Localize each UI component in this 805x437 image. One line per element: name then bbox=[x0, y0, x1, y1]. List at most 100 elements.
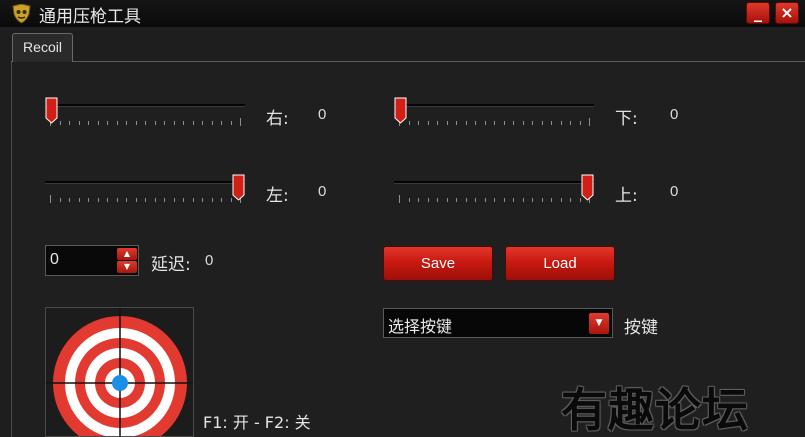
down-slider[interactable] bbox=[394, 97, 594, 133]
slider-tick bbox=[69, 121, 70, 125]
delay-input-value[interactable]: 0 bbox=[50, 251, 59, 269]
slider-ticks bbox=[399, 195, 591, 204]
slider-tick bbox=[551, 121, 552, 125]
slider-tick bbox=[446, 198, 448, 202]
slider-tick bbox=[107, 121, 108, 125]
slider-tick bbox=[126, 198, 127, 202]
key-select-value: 选择按键 bbox=[388, 317, 453, 336]
spin-down-arrow-icon[interactable]: ▼ bbox=[117, 261, 137, 273]
slider-tick bbox=[78, 198, 80, 202]
slider-tick bbox=[456, 198, 457, 202]
up-slider[interactable] bbox=[394, 174, 594, 210]
slider-tick bbox=[97, 121, 99, 125]
slider-tick bbox=[522, 198, 524, 202]
slider-tick bbox=[427, 198, 429, 202]
delay-spinbox[interactable]: 0 ▲ ▼ bbox=[45, 245, 139, 276]
slider-tick bbox=[484, 198, 486, 202]
up-label: 上: bbox=[615, 186, 638, 206]
slider-thumb[interactable] bbox=[45, 97, 58, 124]
down-label: 下: bbox=[615, 109, 638, 129]
delay-label: 延迟: bbox=[151, 255, 191, 275]
slider-tick bbox=[399, 195, 400, 203]
slider-tick bbox=[69, 198, 70, 202]
slider-tick bbox=[192, 121, 194, 125]
target-preview bbox=[45, 307, 194, 437]
slider-tick bbox=[107, 198, 108, 202]
slider-tick bbox=[513, 198, 514, 202]
slider-tick bbox=[202, 121, 203, 125]
slider-tick bbox=[475, 121, 476, 125]
slider-tick bbox=[437, 121, 438, 125]
load-button[interactable]: Load bbox=[505, 246, 615, 281]
window-title: 通用压枪工具 bbox=[39, 7, 141, 27]
slider-tick bbox=[221, 198, 222, 202]
left-label: 左: bbox=[266, 186, 289, 206]
slider-tick bbox=[192, 198, 194, 202]
key-select-dropdown[interactable]: 选择按键 ▼ bbox=[383, 308, 613, 338]
slider-tick bbox=[503, 198, 505, 202]
spin-up-arrow-icon[interactable]: ▲ bbox=[117, 248, 137, 260]
slider-ticks bbox=[50, 118, 242, 127]
slider-tick bbox=[513, 121, 514, 125]
slider-tick bbox=[522, 121, 524, 125]
slider-track bbox=[45, 181, 245, 184]
save-button[interactable]: Save bbox=[383, 246, 493, 281]
delay-value: 0 bbox=[205, 252, 214, 269]
right-slider[interactable] bbox=[45, 97, 245, 133]
down-value: 0 bbox=[670, 106, 679, 123]
slider-track bbox=[394, 181, 594, 184]
slider-tick bbox=[551, 198, 552, 202]
slider-tick bbox=[154, 198, 156, 202]
slider-tick bbox=[408, 121, 410, 125]
right-label: 右: bbox=[266, 109, 289, 129]
slider-tick bbox=[145, 198, 146, 202]
slider-tick bbox=[59, 198, 61, 202]
slider-tick bbox=[154, 121, 156, 125]
slider-tick bbox=[418, 198, 419, 202]
hotkey-hint: F1: 开 - F2: 关 bbox=[203, 413, 311, 432]
slider-tick bbox=[135, 198, 137, 202]
slider-tick bbox=[240, 118, 241, 126]
title-bar: 通用压枪工具 _ × bbox=[0, 0, 805, 27]
close-button[interactable]: × bbox=[775, 2, 799, 24]
slider-tick bbox=[570, 198, 571, 202]
slider-tick bbox=[456, 121, 457, 125]
left-slider[interactable] bbox=[45, 174, 245, 210]
slider-tick bbox=[465, 198, 467, 202]
slider-thumb[interactable] bbox=[232, 174, 245, 201]
slider-tick bbox=[589, 118, 590, 126]
slider-tick bbox=[230, 121, 232, 125]
slider-tick bbox=[50, 195, 51, 203]
up-value: 0 bbox=[670, 183, 679, 200]
crosshair-dot bbox=[112, 375, 128, 391]
slider-tick bbox=[183, 121, 184, 125]
slider-tick bbox=[560, 198, 562, 202]
tab-recoil[interactable]: Recoil bbox=[12, 33, 73, 62]
slider-tick bbox=[135, 121, 137, 125]
slider-tick bbox=[221, 121, 222, 125]
slider-tick bbox=[202, 198, 203, 202]
slider-tick bbox=[437, 198, 438, 202]
slider-tick bbox=[173, 121, 175, 125]
chevron-down-icon[interactable]: ▼ bbox=[589, 313, 609, 334]
slider-tick bbox=[164, 198, 165, 202]
slider-tick bbox=[88, 198, 89, 202]
slider-tick bbox=[427, 121, 429, 125]
slider-tick bbox=[211, 121, 213, 125]
slider-tick bbox=[560, 121, 562, 125]
slider-tick bbox=[418, 121, 419, 125]
minimize-button[interactable]: _ bbox=[746, 2, 770, 24]
slider-tick bbox=[408, 198, 410, 202]
slider-tick bbox=[541, 198, 543, 202]
slider-track bbox=[45, 104, 245, 107]
slider-tick bbox=[465, 121, 467, 125]
slider-thumb[interactable] bbox=[581, 174, 594, 201]
slider-tick bbox=[211, 198, 213, 202]
slider-tick bbox=[494, 121, 495, 125]
slider-ticks bbox=[399, 118, 591, 127]
slider-thumb[interactable] bbox=[394, 97, 407, 124]
slider-ticks bbox=[50, 195, 242, 204]
watermark-logo: 有趣论坛 bbox=[561, 383, 749, 437]
right-value: 0 bbox=[318, 106, 327, 123]
slider-tick bbox=[484, 121, 486, 125]
